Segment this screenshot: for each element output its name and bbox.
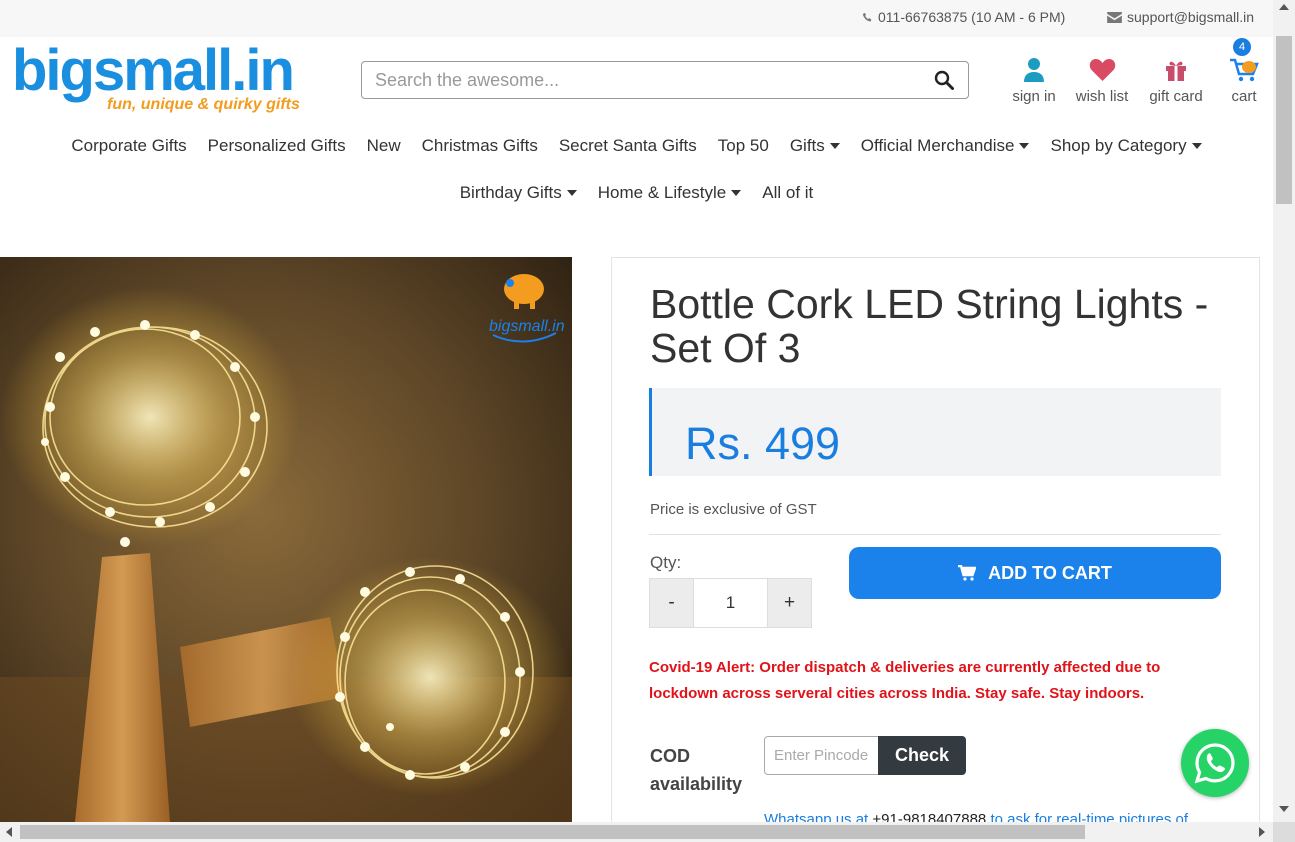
caret-down-icon (566, 190, 577, 196)
watermark-text: bigsmall.in (489, 318, 565, 335)
scrollbar-corner (1273, 822, 1295, 842)
quantity-label: Qty: (650, 553, 682, 572)
nav-item-secret-santa-gifts[interactable]: Secret Santa Gifts (559, 136, 697, 156)
quantity-stepper: - 1 + (649, 578, 812, 628)
search-icon[interactable] (934, 70, 954, 90)
nav-item-official-merchandise[interactable]: Official Merchandise (861, 136, 1030, 156)
cart-icon (1230, 58, 1259, 82)
scroll-down-arrow-icon[interactable] (1279, 806, 1289, 812)
gst-note: Price is exclusive of GST (650, 501, 817, 518)
gift-card-link[interactable]: gift card (1145, 52, 1207, 105)
whatsapp-floating-button[interactable] (1181, 729, 1249, 797)
nav-item-personalized-gifts[interactable]: Personalized Gifts (208, 136, 346, 156)
nav-item-all-of-it[interactable]: All of it (762, 183, 813, 203)
caret-down-icon (829, 143, 840, 149)
nav-item-top-50[interactable]: Top 50 (718, 136, 769, 156)
caret-down-icon (1191, 143, 1202, 149)
site-logo[interactable]: bigsmall.in fun, unique & quirky gifts (12, 42, 312, 120)
product-title: Bottle Cork LED String Lights - Set Of 3 (650, 281, 1209, 371)
cart-label: cart (1231, 88, 1257, 105)
phone-icon (862, 12, 872, 21)
cod-availability-label: COD availability (650, 746, 743, 794)
nav-item-home-lifestyle[interactable]: Home & Lifestyle (598, 183, 742, 203)
search-input[interactable] (362, 62, 922, 98)
add-to-cart-button[interactable]: ADD TO CART (849, 547, 1221, 599)
divider (649, 534, 1221, 535)
wish-list-link[interactable]: wish list (1072, 52, 1132, 105)
email-text: support@bigsmall.in (1127, 9, 1255, 25)
email-contact[interactable]: support@bigsmall.in (1107, 9, 1254, 25)
sign-in-link[interactable]: sign in (1010, 52, 1058, 105)
product-price: Rs. 499 (685, 418, 841, 469)
scroll-up-arrow-icon[interactable] (1279, 4, 1289, 10)
search-bar (361, 61, 969, 99)
cart-count-badge: 4 (1233, 38, 1251, 56)
envelope-icon (1107, 11, 1122, 23)
main-nav-row-1: Corporate Gifts Personalized Gifts New C… (0, 136, 1273, 156)
caret-down-icon (731, 190, 742, 196)
vertical-scrollbar[interactable] (1273, 0, 1295, 822)
logo-text: bigsmall.in (12, 38, 295, 103)
price-box: Rs. 499 (649, 388, 1221, 476)
nav-item-new[interactable]: New (367, 136, 401, 156)
whatsapp-icon (1194, 743, 1235, 784)
main-nav-row-2: Birthday Gifts Home & Lifestyle All of i… (0, 183, 1273, 203)
quantity-decrease-button[interactable]: - (650, 579, 693, 627)
scroll-left-arrow-icon[interactable] (6, 827, 12, 837)
caret-down-icon (1019, 143, 1030, 149)
wish-list-label: wish list (1075, 88, 1129, 105)
horizontal-scrollbar[interactable] (0, 822, 1273, 842)
cart-icon (958, 565, 977, 581)
product-photo: bigsmall.in (0, 257, 572, 822)
phone-text: 011-66763875 (10 AM - 6 PM) (878, 9, 1066, 25)
pincode-input[interactable] (764, 736, 880, 775)
add-to-cart-label: ADD TO CART (988, 562, 1112, 583)
logo-tagline: fun, unique & quirky gifts (107, 96, 300, 113)
quantity-value[interactable]: 1 (693, 579, 768, 627)
horizontal-scroll-thumb[interactable] (20, 825, 1085, 839)
nav-item-christmas-gifts[interactable]: Christmas Gifts (422, 136, 538, 156)
scroll-right-arrow-icon[interactable] (1259, 827, 1265, 837)
covid-alert: Covid-19 Alert: Order dispatch & deliver… (649, 659, 1161, 702)
product-image[interactable]: bigsmall.in (0, 257, 572, 822)
gift-card-label: gift card (1149, 88, 1203, 105)
phone-contact[interactable]: 011-66763875 (10 AM - 6 PM) (862, 9, 1065, 25)
user-icon (1024, 58, 1044, 82)
top-utility-bar: 011-66763875 (10 AM - 6 PM) support@bigs… (0, 0, 1273, 37)
nav-item-birthday-gifts[interactable]: Birthday Gifts (460, 183, 577, 203)
vertical-scroll-thumb[interactable] (1276, 36, 1292, 204)
sign-in-label: sign in (1012, 88, 1056, 105)
gift-icon (1166, 61, 1186, 81)
cart-link[interactable]: cart (1226, 52, 1262, 105)
heart-icon (1089, 59, 1115, 81)
nav-item-gifts[interactable]: Gifts (790, 136, 840, 156)
check-pincode-button[interactable]: Check (878, 736, 966, 775)
quantity-increase-button[interactable]: + (768, 579, 811, 627)
nav-item-shop-by-category[interactable]: Shop by Category (1050, 136, 1202, 156)
nav-item-corporate-gifts[interactable]: Corporate Gifts (71, 136, 186, 156)
